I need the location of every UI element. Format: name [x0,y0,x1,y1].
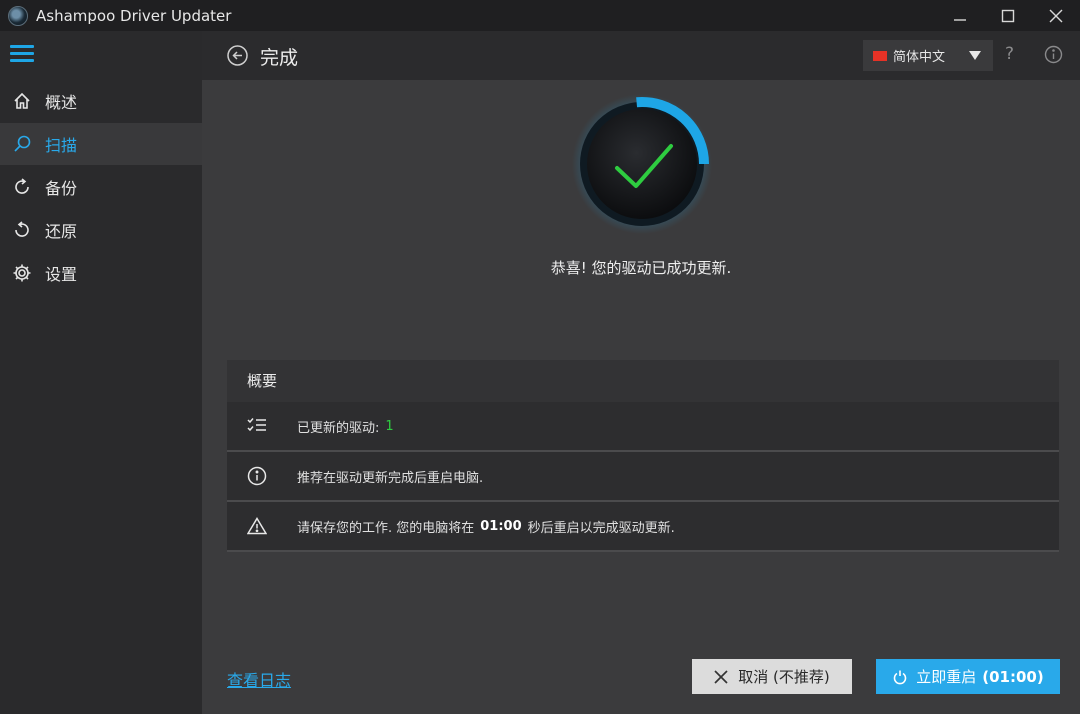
close-icon [1049,9,1063,22]
sidebar-item-label: 还原 [45,222,78,241]
help-icon[interactable]: ? [1005,44,1014,64]
recommend-text: 推荐在驱动更新完成后重启电脑. [297,470,484,486]
checklist-icon [246,415,268,437]
chevron-down-icon [969,51,981,60]
back-arrow-icon [227,45,248,66]
close-icon [714,669,728,684]
page-title: 完成 [260,47,299,69]
back-button[interactable] [226,44,249,67]
summary-row-updated: 已更新的驱动: 1 [227,402,1059,452]
sidebar-item-restore[interactable]: 还原 [0,209,202,251]
sidebar-item-label: 扫描 [45,136,78,155]
window-controls [936,0,1080,31]
warning-time: 01:00 [480,518,522,534]
warning-text-post: 秒后重启以完成驱动更新. [527,520,675,536]
sidebar-item-scan[interactable]: 扫描 [0,123,202,165]
power-icon [893,670,907,684]
summary-row-warning: 请保存您的工作. 您的电脑将在 01:00 秒后重启以完成驱动更新. [227,502,1059,552]
warning-text-pre: 请保存您的工作. 您的电脑将在 [297,520,475,536]
info-circle-icon [246,465,268,487]
sidebar-item-backup[interactable]: 备份 [0,166,202,208]
sidebar-item-settings[interactable]: 设置 [0,252,202,294]
hamburger-icon[interactable] [10,45,34,65]
cancel-button[interactable]: 取消 (不推荐) [692,659,852,694]
summary-row-recommend: 推荐在驱动更新完成后重启电脑. [227,452,1059,502]
updated-count: 1 [385,418,394,434]
success-message: 恭喜! 您的驱动已成功更新. [550,259,732,277]
info-icon[interactable] [1044,45,1063,64]
app-logo-icon [8,5,28,26]
home-icon [11,90,33,112]
app-title: Ashampoo Driver Updater [36,6,232,25]
sidebar: 概述 扫描 备份 还原 设置 [0,31,202,714]
restart-button-label: 立即重启 [916,668,977,686]
gear-icon [11,262,33,284]
title-bar: Ashampoo Driver Updater [0,0,1080,31]
close-window-button[interactable] [1032,0,1080,31]
restore-icon [11,219,33,241]
sidebar-item-label: 设置 [45,265,78,284]
view-log-link[interactable]: 查看日志 [227,667,291,691]
restart-now-button[interactable]: 立即重启 (01:00) [876,659,1060,694]
warning-icon [246,515,268,537]
minimize-icon [954,18,966,21]
updated-label: 已更新的驱动: [297,420,380,436]
page-header: 完成 简体中文 ? [202,31,1080,80]
language-value: 简体中文 [893,50,946,65]
maximize-icon [1001,9,1015,22]
minimize-button[interactable] [936,0,984,31]
summary-title: 概要 [227,360,1059,402]
sidebar-item-overview[interactable]: 概述 [0,80,202,122]
success-gauge [572,94,712,234]
language-select[interactable]: 简体中文 [863,40,993,71]
main-content: 恭喜! 您的驱动已成功更新. 概要 已更新的驱动: 1 推荐在驱动更新完成后重启… [202,80,1080,714]
sidebar-item-label: 概述 [45,93,78,112]
china-flag-icon [873,50,887,61]
summary-panel: 概要 已更新的驱动: 1 推荐在驱动更新完成后重启电脑. 请保存您的工作. 您的… [227,360,1059,552]
search-icon [11,133,33,155]
backup-icon [11,176,33,198]
restart-countdown: (01:00) [982,667,1044,686]
sidebar-item-label: 备份 [45,179,78,198]
maximize-button[interactable] [984,0,1032,31]
cancel-button-label: 取消 (不推荐) [738,668,830,686]
